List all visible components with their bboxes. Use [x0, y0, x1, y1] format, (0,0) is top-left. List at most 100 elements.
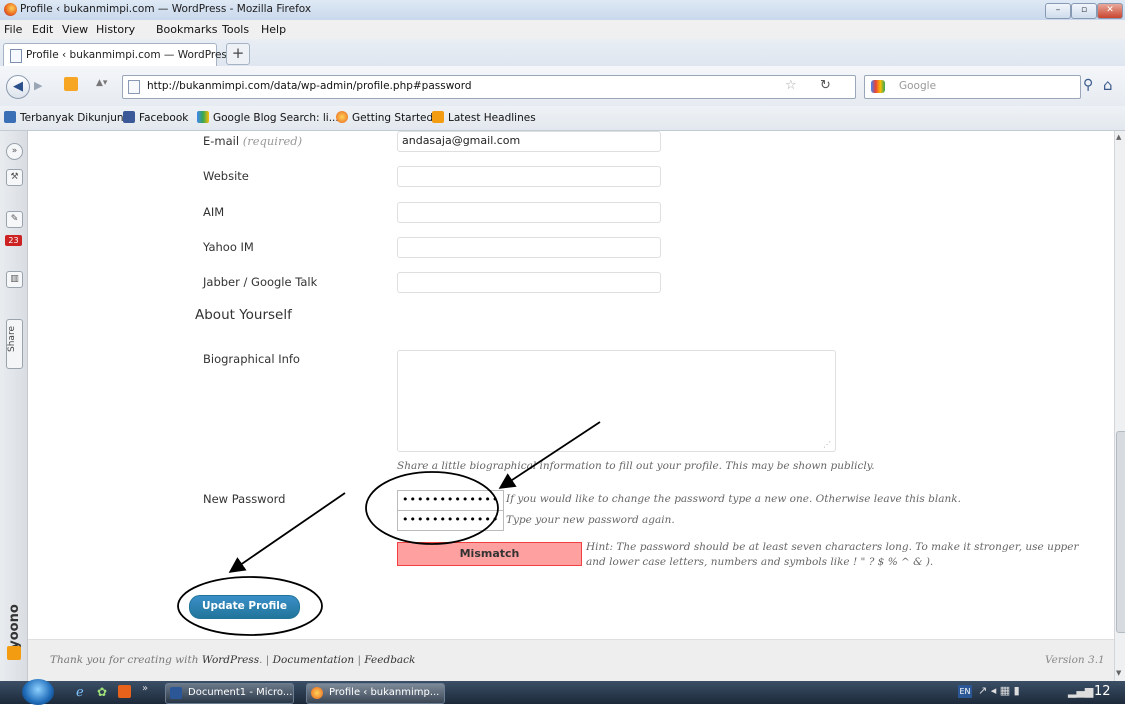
taskbar-firefox-label: Profile ‹ bukanmimp...: [329, 687, 440, 698]
aim-field[interactable]: [397, 202, 661, 223]
title-bar: Profile ‹ bukanmimpi.com — WordPress - M…: [0, 0, 1125, 21]
email-label: E-mail (required): [203, 134, 302, 148]
documentation-link[interactable]: Documentation: [273, 654, 354, 666]
password-label: New Password: [203, 492, 286, 506]
firefox-icon: [311, 687, 323, 699]
menu-edit[interactable]: Edit: [32, 23, 53, 36]
identity-icon[interactable]: ▲▾: [96, 78, 107, 88]
taskbar-word[interactable]: Document1 - Micro...: [165, 683, 294, 704]
app-icon[interactable]: [118, 685, 131, 698]
quicklaunch-icon[interactable]: ✿: [97, 685, 107, 699]
rss-icon: [432, 111, 444, 123]
start-button[interactable]: [22, 679, 54, 705]
back-button[interactable]: ◀: [6, 75, 30, 99]
required-note: (required): [242, 134, 303, 148]
password-hint-line1: Hint: The password should be at least se…: [586, 541, 1079, 553]
aim-label: AIM: [203, 205, 225, 219]
getting-started-icon: [336, 111, 348, 123]
facebook-icon: [123, 111, 135, 123]
resize-grip-icon[interactable]: ⋰: [823, 440, 831, 449]
close-button[interactable]: ✕: [1097, 3, 1123, 19]
bookmark-google-blog-search[interactable]: Google Blog Search: li...: [213, 112, 339, 124]
scrollbar-thumb[interactable]: [1116, 431, 1125, 633]
clock: 12: [1094, 684, 1111, 699]
bookmark-facebook[interactable]: Facebook: [139, 112, 188, 124]
taskbar-word-label: Document1 - Micro...: [188, 687, 293, 698]
menu-view[interactable]: View: [62, 23, 88, 36]
confirm-description: Type your new password again.: [506, 514, 675, 526]
bookmark-getting-started[interactable]: Getting Started: [352, 112, 433, 124]
home-icon[interactable]: ⌂: [1103, 76, 1113, 94]
tab-label: Profile ‹ bukanmimpi.com — WordPress: [26, 49, 233, 61]
home-page-icon[interactable]: [64, 77, 78, 91]
scroll-down-icon[interactable]: ▼: [1116, 669, 1121, 677]
version-text: Version 3.1: [1045, 654, 1105, 666]
maximize-button[interactable]: ▫: [1071, 3, 1097, 19]
menu-history[interactable]: History: [96, 23, 135, 36]
scroll-up-icon[interactable]: ▲: [1116, 133, 1121, 141]
new-tab-button[interactable]: +: [226, 43, 250, 65]
tools-icon[interactable]: ⚒: [6, 169, 23, 186]
yoono-icon: [7, 646, 21, 660]
page-content: E-mail (required) andasaja@gmail.com Web…: [28, 131, 1114, 681]
url-bar[interactable]: http://bukanmimpi.com/data/wp-admin/prof…: [122, 75, 856, 99]
website-field[interactable]: [397, 166, 661, 187]
email-value: andasaja@gmail.com: [402, 134, 521, 147]
star-icon[interactable]: ☆: [785, 78, 797, 93]
minimize-button[interactable]: –: [1045, 3, 1071, 19]
google-icon[interactable]: [871, 80, 885, 93]
forward-icon[interactable]: ▶: [34, 79, 42, 92]
firefox-icon: [4, 3, 17, 16]
tray-icons[interactable]: ↗ ◂ ▦ ▮: [978, 684, 1020, 697]
yoono-sidebar: » ⚒ ✎ 23 ▥ Share yoono: [0, 131, 28, 681]
tab-profile[interactable]: Profile ‹ bukanmimpi.com — WordPress: [3, 43, 232, 67]
search-icon[interactable]: ⚲: [1083, 77, 1093, 93]
window-title: Profile ‹ bukanmimpi.com — WordPress - M…: [20, 3, 312, 15]
bookmark-latest-headlines[interactable]: Latest Headlines: [448, 112, 536, 124]
page-icon: [128, 80, 140, 94]
yahoo-label: Yahoo IM: [203, 240, 254, 254]
word-icon: [170, 687, 182, 699]
panel-icon[interactable]: ▥: [6, 271, 23, 288]
email-field[interactable]: andasaja@gmail.com: [397, 131, 661, 152]
share-button[interactable]: Share: [6, 319, 23, 369]
share-label: Share: [6, 326, 17, 352]
search-bar[interactable]: Google: [864, 75, 1081, 99]
update-profile-button[interactable]: Update Profile: [189, 595, 300, 619]
new-password-field[interactable]: •••••••••••••: [397, 490, 504, 511]
url-text: http://bukanmimpi.com/data/wp-admin/prof…: [147, 80, 472, 92]
menu-bookmarks[interactable]: Bookmarks: [156, 23, 217, 36]
menu-tools[interactable]: Tools: [222, 23, 249, 36]
language-indicator[interactable]: EN: [958, 685, 972, 698]
wordpress-link[interactable]: WordPress: [202, 654, 259, 666]
about-heading: About Yourself: [195, 307, 292, 323]
ie-icon[interactable]: ℯ: [76, 685, 84, 700]
bookmarks-toolbar: Terbanyak Dikunjungi Facebook Google Blo…: [0, 106, 1125, 131]
bio-description: Share a little biographical information …: [397, 460, 875, 472]
bio-label: Biographical Info: [203, 352, 300, 366]
password-description: If you would like to change the password…: [506, 493, 961, 505]
admin-footer: Thank you for creating with WordPress. |…: [28, 639, 1114, 681]
vertical-scrollbar[interactable]: ▲ ▼: [1114, 131, 1125, 681]
email-label-text: E-mail: [203, 134, 240, 148]
menu-help[interactable]: Help: [261, 23, 286, 36]
chat-icon[interactable]: ✎: [6, 211, 23, 228]
yahoo-field[interactable]: [397, 237, 661, 258]
confirm-password-field[interactable]: •••••••••••••: [397, 510, 504, 531]
more-icon[interactable]: »: [142, 683, 148, 694]
search-placeholder: Google: [899, 80, 937, 92]
bookmark-most-visited[interactable]: Terbanyak Dikunjungi: [20, 112, 133, 124]
windows-taskbar: ℯ ✿ » Document1 - Micro... Profile ‹ buk…: [0, 679, 1125, 705]
menu-file[interactable]: File: [4, 23, 22, 36]
reload-icon[interactable]: ↻: [820, 78, 831, 93]
google-blog-icon: [197, 111, 209, 123]
taskbar-firefox[interactable]: Profile ‹ bukanmimp...: [306, 683, 445, 704]
footer-thanks: Thank you for creating with: [50, 654, 199, 666]
bio-textarea[interactable]: ⋰: [397, 350, 836, 452]
notification-badge: 23: [5, 235, 22, 246]
feedback-link[interactable]: Feedback: [364, 654, 415, 666]
expand-icon[interactable]: »: [6, 143, 23, 160]
jabber-field[interactable]: [397, 272, 661, 293]
menu-bar: File Edit View History Bookmarks Tools H…: [0, 20, 1125, 39]
password-hint-line2: and lower case letters, numbers and symb…: [586, 556, 934, 568]
